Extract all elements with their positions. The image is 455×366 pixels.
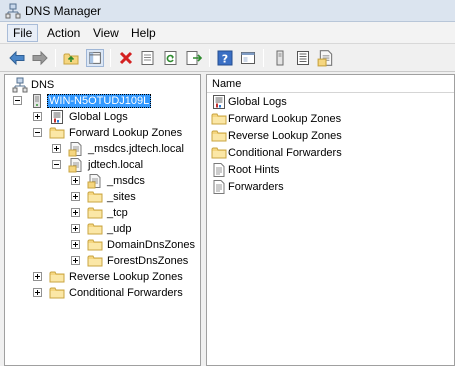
svg-text:?: ? [222, 53, 228, 66]
folder-icon [49, 125, 65, 141]
log-icon [49, 109, 65, 125]
zone-icon [68, 157, 84, 173]
dns-manager-icon [5, 3, 21, 19]
tree-label-domaindnszones: DomainDnsZones [107, 239, 196, 251]
tree-label-tcp: _tcp [107, 207, 128, 219]
show-hide-tree-icon[interactable] [86, 49, 104, 67]
list-item-label: Global Logs [228, 96, 287, 108]
document-icon [211, 179, 227, 195]
tree-label-conditional-forwarders: Conditional Forwarders [69, 287, 183, 299]
zone-icon [68, 141, 84, 157]
column-header-name[interactable]: Name [207, 75, 454, 93]
menu-view[interactable]: View [87, 24, 125, 42]
tree-label-forestdnszones: ForestDnsZones [107, 255, 189, 267]
results-list[interactable]: Name Global Logs Forward Lookup Zones Re… [206, 74, 455, 366]
expand-toggle[interactable] [71, 176, 80, 185]
expand-toggle[interactable] [71, 224, 80, 233]
folder-icon [87, 205, 103, 221]
dns-icon [12, 77, 28, 93]
expand-toggle[interactable] [33, 272, 42, 281]
list-item-label: Reverse Lookup Zones [228, 130, 342, 142]
help-icon[interactable]: ? [216, 49, 234, 67]
expand-toggle[interactable] [71, 208, 80, 217]
column-header-label: Name [212, 78, 242, 90]
title-bar: DNS Manager [0, 0, 455, 22]
menu-bar: File Action View Help [0, 22, 455, 44]
server-icon[interactable] [271, 49, 289, 67]
folder-icon [211, 128, 227, 144]
list-item-label: Root Hints [228, 164, 280, 176]
zone-icon [87, 173, 103, 189]
zone-icon[interactable] [317, 49, 335, 67]
menu-file[interactable]: File [7, 24, 39, 42]
menu-help[interactable]: Help [125, 24, 162, 42]
folder-icon [49, 269, 65, 285]
delete-icon[interactable] [117, 49, 135, 67]
folder-icon [87, 253, 103, 269]
list-item-label: Conditional Forwarders [228, 147, 342, 159]
expand-toggle[interactable] [71, 256, 80, 265]
expand-toggle[interactable] [71, 192, 80, 201]
tree-label-udp: _udp [107, 223, 132, 235]
new-window-icon[interactable] [239, 49, 257, 67]
console-tree[interactable]: DNS WIN-N5OTUDJ109L Global Logs Forward … [4, 74, 201, 366]
folder-icon [87, 237, 103, 253]
export-list-icon[interactable] [185, 49, 203, 67]
list-item-label: Forwarders [228, 181, 284, 193]
forward-arrow-icon[interactable] [31, 49, 49, 67]
folder-icon [211, 111, 227, 127]
tree-label-server: WIN-N5OTUDJ109L [47, 94, 152, 108]
log-icon [211, 94, 227, 110]
document-icon [211, 162, 227, 178]
tree-label-forward-lookup-zones: Forward Lookup Zones [69, 127, 183, 139]
log-icon[interactable] [294, 49, 312, 67]
collapse-toggle[interactable] [52, 160, 61, 169]
properties-icon[interactable] [139, 49, 157, 67]
back-arrow-icon[interactable] [8, 49, 26, 67]
folder-icon [49, 285, 65, 301]
folder-icon [211, 145, 227, 161]
expand-toggle[interactable] [33, 288, 42, 297]
tree-label-reverse-lookup-zones: Reverse Lookup Zones [69, 271, 183, 283]
tree-label-msdcs-zone: _msdcs.jdtech.local [88, 143, 184, 155]
folder-icon [87, 221, 103, 237]
toolbar: ? [0, 44, 455, 72]
tree-label-msdcs: _msdcs [107, 175, 145, 187]
collapse-toggle[interactable] [13, 96, 22, 105]
window-title: DNS Manager [25, 4, 102, 18]
tree-label-dns: DNS [31, 79, 55, 91]
tree-label-jdtech-zone: jdtech.local [88, 159, 144, 171]
up-one-level-icon[interactable] [62, 49, 80, 67]
collapse-toggle[interactable] [33, 128, 42, 137]
folder-icon [87, 189, 103, 205]
expand-toggle[interactable] [52, 144, 61, 153]
refresh-icon[interactable] [162, 49, 180, 67]
expand-toggle[interactable] [71, 240, 80, 249]
expand-toggle[interactable] [33, 112, 42, 121]
list-item-label: Forward Lookup Zones [228, 113, 342, 125]
tree-label-global-logs: Global Logs [69, 111, 128, 123]
menu-action[interactable]: Action [41, 24, 86, 42]
server-icon [29, 93, 45, 109]
tree-label-sites: _sites [107, 191, 136, 203]
